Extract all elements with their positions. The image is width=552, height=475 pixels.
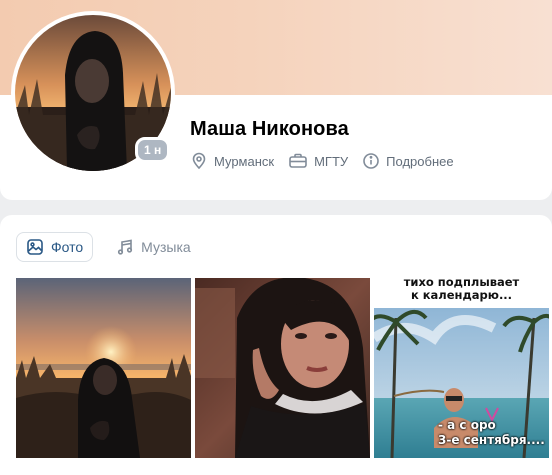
photo-icon bbox=[26, 238, 44, 256]
media-section: Фото Музыка тихо подплывает к календарю.… bbox=[0, 215, 552, 475]
education-icon bbox=[288, 152, 308, 170]
photo-thumbnail[interactable]: тихо подплывает к календарю... - а с оро… bbox=[374, 278, 549, 458]
city-item[interactable]: Мурманск bbox=[190, 152, 274, 170]
university-item[interactable]: МГТУ bbox=[288, 152, 348, 170]
profile-name: Маша Никонова bbox=[190, 118, 349, 140]
university-label: МГТУ bbox=[314, 153, 349, 169]
meme-caption-line1: - а с оро bbox=[438, 418, 496, 432]
music-note-icon bbox=[116, 238, 134, 256]
tab-photos[interactable]: Фото bbox=[16, 232, 94, 262]
tab-music-label: Музыка bbox=[141, 239, 191, 255]
photo-thumbnail[interactable] bbox=[195, 278, 370, 458]
meme-top-text-line2: к календарю... bbox=[410, 288, 513, 302]
profile-header: 1 н Маша Никонова Мурманск МГТУ Подробне… bbox=[0, 0, 552, 200]
online-status-badge: 1 н bbox=[135, 137, 171, 163]
details-label: Подробнее bbox=[386, 153, 454, 169]
meme-caption-line2: 3-е сентября.... bbox=[438, 433, 545, 447]
location-pin-icon bbox=[190, 152, 208, 170]
city-label: Мурманск bbox=[214, 153, 275, 169]
media-tabs: Фото Музыка bbox=[16, 232, 200, 262]
tab-photos-label: Фото bbox=[51, 239, 84, 255]
photo-thumbnail[interactable] bbox=[16, 278, 191, 458]
photo-grid: тихо подплывает к календарю... - а с оро… bbox=[16, 278, 549, 458]
profile-meta: Мурманск МГТУ Подробнее bbox=[190, 150, 454, 172]
details-link[interactable]: Подробнее bbox=[362, 152, 454, 170]
tab-music[interactable]: Музыка bbox=[107, 232, 200, 262]
info-icon bbox=[362, 152, 380, 170]
